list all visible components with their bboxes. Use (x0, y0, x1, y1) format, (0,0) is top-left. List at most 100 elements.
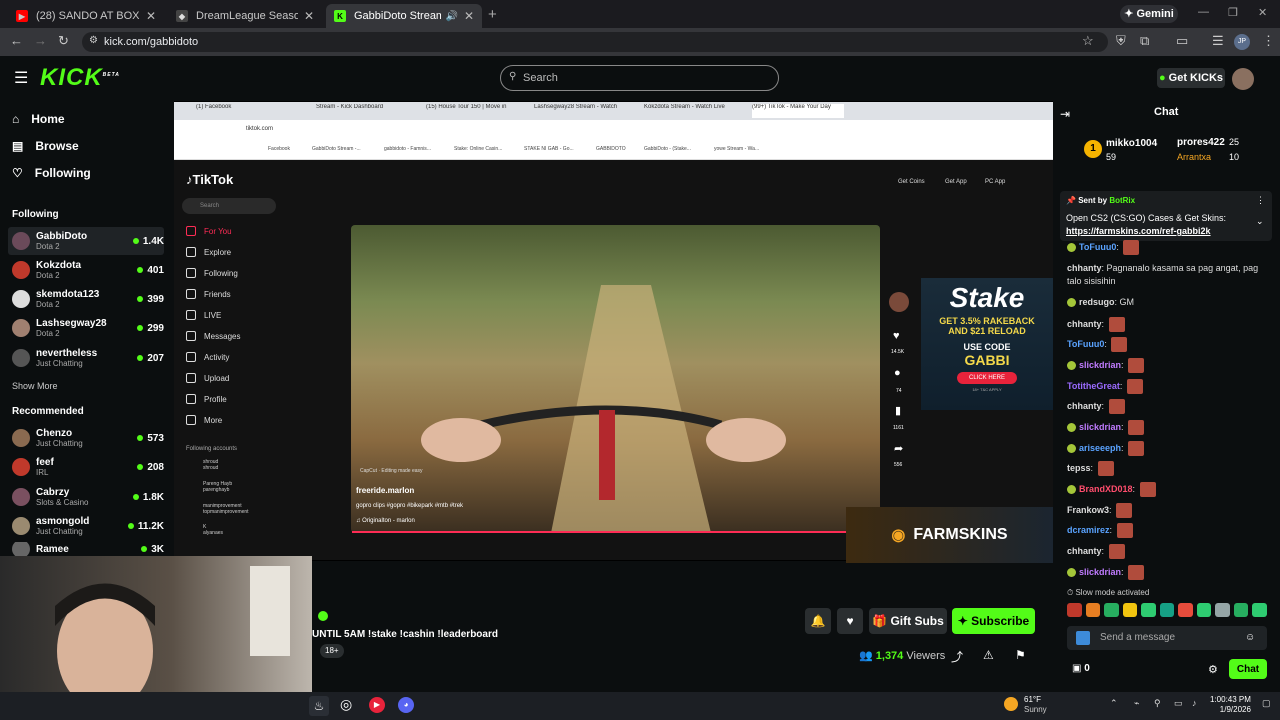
collapse-chat-icon[interactable]: ⇥ (1060, 107, 1070, 121)
emote-icon[interactable] (1122, 603, 1138, 617)
get-kicks-button[interactable]: ● Get KICKs (1157, 68, 1225, 88)
sidebar-channel-cabrzy[interactable]: Cabrzy Slots & Casino 1.8K (8, 483, 164, 511)
emote-icon[interactable] (1252, 603, 1268, 617)
sidebar-channel-skemdota123[interactable]: skemdota123 Dota 2 399 (8, 285, 164, 313)
emote-icon[interactable] (1141, 603, 1156, 617)
speaker-icon[interactable]: 🔊 (445, 11, 457, 22)
follow-heart-button[interactable]: ♥ (837, 608, 863, 634)
clock[interactable]: 1:00:43 PM 1/9/2026 (1210, 695, 1251, 715)
notification-icon[interactable]: ▢ (1262, 698, 1271, 709)
reload-icon[interactable]: ↻ (58, 33, 69, 49)
minimize-button[interactable]: — (1198, 6, 1209, 18)
shield-extension-icon[interactable]: ⛨ (1116, 33, 1126, 49)
network-icon[interactable]: ⌁ (1134, 698, 1139, 709)
viewer-count: 208 (137, 462, 164, 473)
sidebar-channel-gabbidoto[interactable]: GabbiDoto Dota 2 1.4K (8, 227, 164, 255)
sidebar-item-following[interactable]: ♡ Following (12, 166, 91, 180)
discord-taskbar-icon[interactable]: ◕ (398, 697, 414, 713)
sidebar-channel-lashsegway28[interactable]: Lashsegway28 Dota 2 299 (8, 314, 164, 342)
chevron-down-icon[interactable]: ⌄ (1256, 216, 1264, 227)
emoji-icon[interactable]: ☺ (1245, 632, 1255, 643)
chat-message: chhanty: (1067, 317, 1272, 332)
sidebar-channel-asmongold[interactable]: asmongold Just Chatting 11.2K (8, 512, 164, 540)
steam-taskbar-icon[interactable]: ♨ (309, 696, 329, 716)
window-close-button[interactable]: ✕ (1258, 6, 1267, 19)
wallet-icon: ▣ (1072, 663, 1085, 674)
emote-icon[interactable] (1104, 603, 1119, 617)
new-tab-button[interactable]: + (488, 6, 497, 23)
badge-icon (1067, 423, 1076, 432)
channel-category: Just Chatting (36, 358, 83, 368)
sidebar-channel-feef[interactable]: feef IRL 208 (8, 453, 164, 481)
chat-settings-gear-icon[interactable]: ⚙ (1208, 663, 1218, 676)
emote-icon[interactable] (1085, 603, 1101, 617)
tiktok-nav-profile: Profile (186, 394, 227, 404)
pinned-link[interactable]: https://farmskins.com/ref-gabbi2k (1066, 226, 1211, 236)
forward-icon[interactable]: → (34, 33, 47, 48)
share-icon[interactable]: ⤴ (951, 648, 963, 665)
hamburger-menu-icon[interactable]: ☰ (14, 68, 28, 88)
pinned-sender: 📌 Sent by BotRix (1066, 196, 1136, 205)
subscribe-button[interactable]: ✦ Subscribe (952, 608, 1035, 634)
media-player-taskbar-icon[interactable]: ▶ (369, 697, 385, 713)
weather-widget[interactable]: 61°F Sunny (1024, 695, 1047, 715)
browser-tab-kick[interactable]: K GabbiDoto Stream - Watch 🔊 ✕ (326, 4, 482, 28)
emote-icon[interactable] (1067, 603, 1082, 617)
extensions-icon[interactable]: ⧉ (1140, 33, 1149, 49)
tiktok-nav-explore: Explore (186, 247, 231, 257)
kick-logo[interactable]: KICKBETA (40, 64, 120, 92)
viewer-count: 11.2K (127, 521, 164, 532)
maximize-button[interactable]: ❐ (1228, 6, 1238, 19)
tiktok-video (351, 225, 880, 533)
emote-icon[interactable] (1215, 603, 1230, 617)
report-icon[interactable]: ⚠ (983, 648, 994, 662)
chat-message: ToFuuu0: (1067, 337, 1272, 352)
browser-tab-youtube[interactable]: ▶ (28) SANDO AT BOXERS - YouT ✕ (8, 4, 164, 28)
notification-bell-button[interactable]: 🔔 (805, 608, 831, 634)
search-input[interactable]: Search (500, 65, 779, 91)
send-chat-button[interactable]: Chat (1229, 659, 1267, 679)
cast-icon[interactable]: ▭ (1176, 33, 1188, 49)
gemini-button[interactable]: ✦ Gemini (1120, 5, 1178, 23)
close-icon[interactable]: ✕ (464, 9, 474, 23)
emote-icon[interactable] (1159, 603, 1175, 617)
mod-menu-icon[interactable]: ⚑ (1015, 648, 1026, 662)
pinned-menu-icon[interactable]: ⋮ (1256, 195, 1265, 206)
gift-subs-button[interactable]: 🎁 Gift Subs (869, 608, 947, 634)
microphone-icon[interactable]: ⚲ (1154, 698, 1161, 709)
sidebar-channel-nevertheless[interactable]: nevertheless Just Chatting 207 (8, 344, 164, 372)
channel-category: Dota 2 (36, 299, 60, 309)
back-icon[interactable]: ← (10, 33, 23, 48)
profile-avatar[interactable]: JP (1234, 34, 1250, 50)
captured-bookmark: STAKE NI GAB - Go... (524, 146, 574, 152)
sidebar-channel-kokzdota[interactable]: Kokzdota Dota 2 401 (8, 256, 164, 284)
account-item: shroud shroud (203, 459, 219, 471)
emote-bar[interactable] (1067, 603, 1268, 619)
user-avatar[interactable] (1232, 68, 1254, 90)
channel-name: asmongold (36, 515, 90, 527)
sidebar-item-home[interactable]: ⌂ Home (12, 112, 65, 126)
emote-icon[interactable] (1196, 603, 1212, 617)
menu-kebab-icon[interactable]: ⋮ (1262, 33, 1275, 49)
sidebar-item-browse[interactable]: ▤ Browse (12, 139, 79, 153)
close-icon[interactable]: ✕ (304, 9, 314, 23)
beta-tag: BETA (102, 72, 120, 78)
volume-icon[interactable]: ♪ (1192, 698, 1197, 708)
sidebar-channel-chenzo[interactable]: Chenzo Just Chatting 573 (8, 424, 164, 452)
bookmark-star-icon[interactable]: ☆ (1082, 33, 1094, 49)
emote-icon[interactable] (1178, 603, 1193, 617)
tray-chevron-up-icon[interactable]: ⌃ (1110, 698, 1118, 709)
browser-tab-dreamleague[interactable]: ◆ DreamLeague Season 28: South ✕ (168, 4, 322, 28)
sidebar-channel-ramee[interactable]: Ramee 3K (8, 542, 164, 556)
emote-icon[interactable] (1233, 603, 1249, 617)
reading-list-icon[interactable]: ☰ (1212, 33, 1224, 49)
url-bar[interactable]: kick.com/gabbidoto (82, 32, 1108, 52)
dota-taskbar-icon[interactable]: ◎ (340, 696, 352, 713)
monitor-icon[interactable]: ▭ (1174, 698, 1183, 709)
captured-url: tiktok.com (246, 126, 274, 132)
site-info-icon[interactable]: ⚙ (89, 35, 98, 46)
show-more-link[interactable]: Show More (12, 381, 58, 391)
heart-icon: ♥ (893, 330, 900, 342)
kicks-balance[interactable]: ▣ 0 (1072, 663, 1090, 674)
close-icon[interactable]: ✕ (146, 9, 156, 23)
